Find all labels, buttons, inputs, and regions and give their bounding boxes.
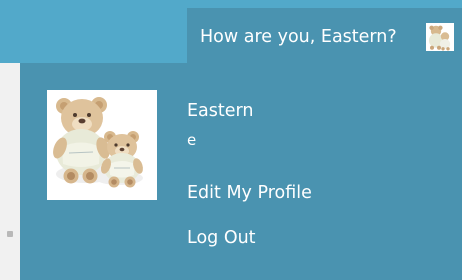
profile-display-name[interactable]: Eastern <box>187 99 254 123</box>
profile-username[interactable]: e <box>187 130 196 150</box>
log-out-link[interactable]: Log Out <box>187 225 256 251</box>
gutter-handle <box>7 231 13 237</box>
profile-avatar-icon[interactable] <box>47 90 157 200</box>
edit-my-profile-link[interactable]: Edit My Profile <box>187 180 312 206</box>
admin-bar-account-screen: How are you, Eastern? Eastern e Edit My … <box>0 0 462 280</box>
greeting-label[interactable]: How are you, Eastern? <box>200 23 397 51</box>
page-left-gutter <box>0 63 20 280</box>
small-avatar-icon[interactable] <box>426 23 454 51</box>
